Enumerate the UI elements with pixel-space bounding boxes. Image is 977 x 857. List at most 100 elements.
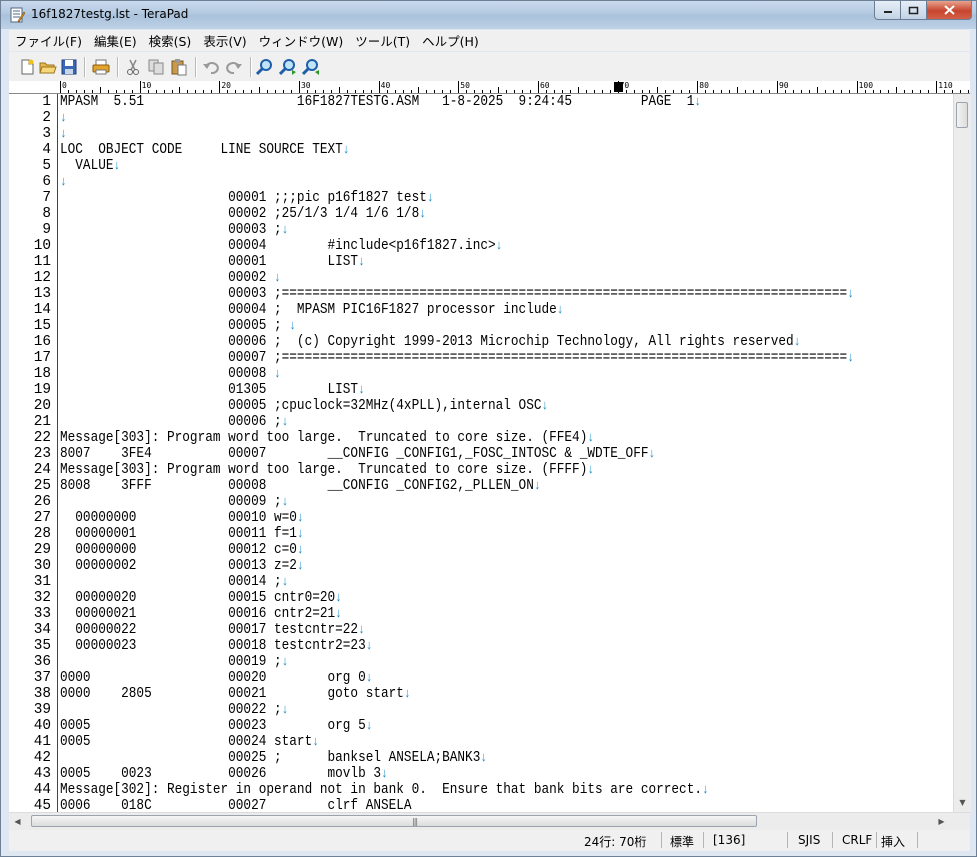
newline-mark: ↓ [60, 110, 67, 125]
menu-search[interactable]: 検索(S) [143, 31, 198, 50]
line-text: 00000020 00015 cntr0=20↓ [60, 590, 342, 606]
line-text: Message[303]: Program word too large. Tr… [60, 430, 594, 446]
horizontal-scrollbar[interactable]: ◀ ||| ▶ [9, 812, 970, 830]
terapad-app-icon[interactable] [9, 7, 25, 23]
text-editor[interactable]: 1 MPASM 5.51 16F1827TESTG.ASM 1-8-2025 9:… [9, 94, 953, 812]
find-icon[interactable] [256, 58, 274, 76]
menu-help[interactable]: ヘルプ(H) [416, 31, 485, 50]
ruler-tick [466, 90, 468, 93]
maximize-button[interactable] [901, 1, 927, 20]
line-content: 00000022 00017 testcntr=22 [60, 622, 359, 638]
ruler-tick [115, 90, 117, 93]
ruler-tick [681, 90, 683, 93]
ruler-tick [195, 90, 197, 93]
ruler-tick [808, 90, 810, 93]
line-content: LOC OBJECT CODE LINE SOURCE TEXT [60, 142, 343, 158]
insert-mode-indicator[interactable]: 挿入 [881, 833, 905, 850]
line-number: 36 [33, 654, 51, 670]
line-number: 16 [33, 334, 51, 350]
line-number: 27 [33, 510, 51, 526]
newline-mark: ↓ [281, 574, 289, 589]
ruler-tick [322, 90, 324, 93]
ruler-tick [657, 87, 659, 93]
line-content: 00007 ;=================================… [60, 350, 848, 366]
encoding-indicator[interactable]: SJIS [798, 833, 820, 847]
line-content: 00002 ;25/1/3 1/4 1/6 1/8 [60, 206, 420, 222]
line-text: 00000023 00018 testcntr2=23↓ [60, 638, 372, 654]
column-ruler: 0 10 20 30 40 50 60 70 80 90 100 110 [9, 81, 970, 94]
line-text: 0005 00023 org 5↓ [60, 718, 373, 734]
ruler-tick [458, 81, 460, 93]
new-file-icon[interactable] [18, 58, 36, 76]
newline-mark: ↓ [342, 142, 350, 157]
text-line: 17 00007 ;==============================… [9, 350, 953, 366]
menu-file[interactable]: ファイル(F) [9, 31, 88, 50]
newline-mark: ↓ [358, 254, 365, 269]
find-prev-icon[interactable] [302, 58, 320, 76]
print-icon[interactable] [92, 58, 110, 76]
horizontal-scroll-thumb[interactable]: ||| [31, 815, 757, 827]
ruler-tick [275, 90, 277, 93]
ruler-tick [585, 90, 587, 93]
ruler-label: 50 [460, 81, 470, 90]
close-button[interactable] [927, 1, 972, 20]
text-line: 32 00000020 00015 cntr0=20↓ [9, 590, 953, 606]
save-icon[interactable] [60, 58, 78, 76]
line-text: 00022 ;↓ [60, 702, 288, 718]
ruler-label: 20 [221, 81, 231, 90]
line-number: 43 [33, 766, 51, 782]
ruler-tick [155, 90, 157, 93]
vertical-scroll-thumb[interactable] [956, 102, 968, 128]
line-content: 0005 0023 00026 movlb 3 [60, 766, 381, 782]
line-text: 00001 LIST↓ [60, 254, 365, 270]
line-text: 00009 ;↓ [60, 494, 288, 510]
ruler-tick [394, 90, 396, 93]
toolbar [9, 52, 970, 82]
line-number: 2 [42, 110, 51, 126]
ruler-tick [450, 90, 452, 93]
char-code: [136] [713, 833, 746, 847]
line-content: Message[303]: Program word too large. Tr… [60, 430, 588, 446]
ruler-tick [171, 90, 173, 93]
ruler-tick [880, 90, 882, 93]
copy-icon[interactable] [147, 58, 165, 76]
line-number: 37 [33, 670, 51, 686]
newline-indicator[interactable]: CRLF [842, 833, 872, 847]
window-title: 16f1827testg.lst - TeraPad [31, 7, 189, 21]
redo-icon[interactable] [225, 58, 243, 76]
line-number: 33 [33, 606, 51, 622]
menu-edit[interactable]: 編集(E) [88, 31, 143, 50]
ruler-tick [577, 87, 579, 93]
newline-mark: ↓ [274, 366, 281, 381]
undo-icon[interactable] [202, 58, 220, 76]
paste-icon[interactable] [170, 58, 188, 76]
scroll-down-arrow[interactable]: ▼ [954, 794, 971, 811]
find-next-icon[interactable] [279, 58, 297, 76]
text-line: 31 00014 ;↓ [9, 574, 953, 590]
title-bar[interactable]: 16f1827testg.lst - TeraPad [1, 1, 976, 29]
newline-mark: ↓ [793, 334, 801, 349]
ruler-tick [514, 90, 516, 93]
ruler-tick [314, 90, 316, 93]
menu-tools[interactable]: ツール(T) [349, 31, 416, 50]
text-line: 42 00025 ; banksel ANSELA;BANK3↓ [9, 750, 953, 766]
cut-icon[interactable] [124, 58, 142, 76]
ruler-tick [641, 90, 643, 93]
text-line: 4 LOC OBJECT CODE LINE SOURCE TEXT↓ [9, 142, 953, 158]
text-line: 18 00008 ↓ [9, 366, 953, 382]
scroll-right-arrow[interactable]: ▶ [933, 813, 950, 830]
ruler-tick [291, 90, 292, 93]
scroll-left-arrow[interactable]: ◀ [9, 813, 26, 830]
minimize-button[interactable] [874, 1, 901, 20]
text-line: 39 00022 ;↓ [9, 702, 953, 718]
open-folder-icon[interactable] [39, 58, 57, 76]
ruler-tick [211, 90, 213, 93]
ruler-tick [721, 90, 723, 93]
vertical-scrollbar[interactable]: ▼ [953, 94, 971, 812]
text-line: 7 00001 ;;;pic p16f1827 test↓ [9, 190, 953, 206]
ruler-tick [800, 90, 802, 93]
menu-window[interactable]: ウィンドウ(W) [253, 31, 350, 50]
line-number: 8 [42, 206, 51, 222]
menu-view[interactable]: 表示(V) [197, 31, 252, 50]
text-line: 28 00000001 00011 f=1↓ [9, 526, 953, 542]
